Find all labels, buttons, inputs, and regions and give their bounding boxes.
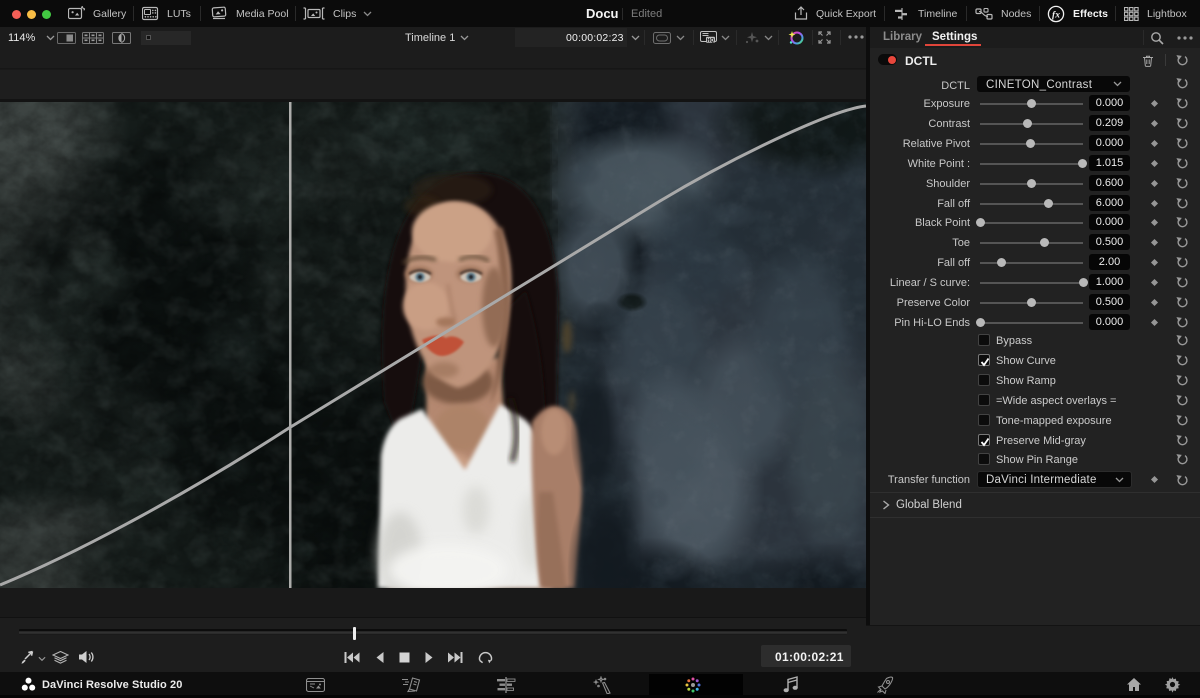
svg-text:HQ: HQ (707, 38, 715, 44)
svg-text:fx: fx (1052, 10, 1060, 20)
